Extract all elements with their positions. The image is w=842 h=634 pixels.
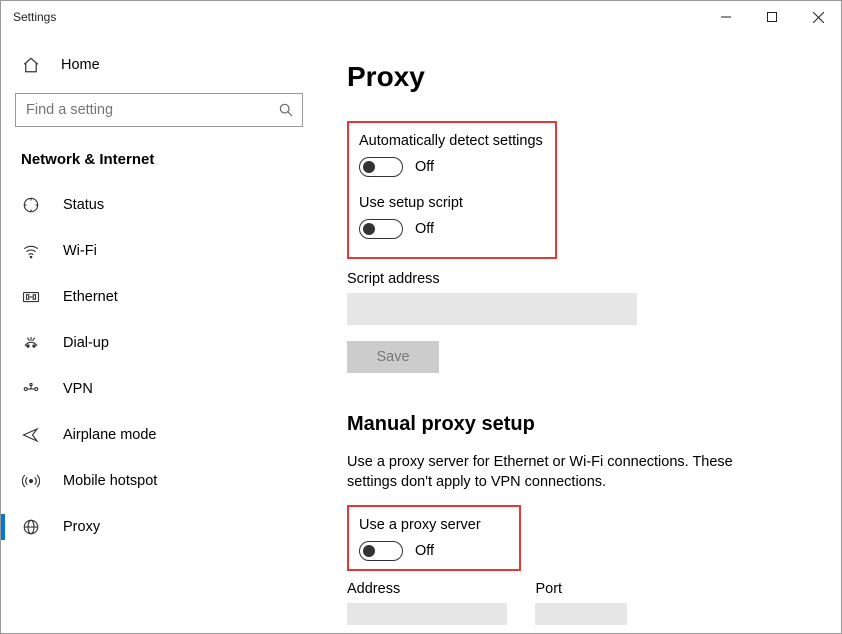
sidebar: Home Network & Internet Status Wi-Fi — [1, 33, 317, 633]
sidebar-item-label: Dial-up — [63, 335, 109, 351]
minimize-button[interactable] — [703, 1, 749, 33]
hotspot-icon — [21, 472, 41, 490]
manual-heading: Manual proxy setup — [347, 413, 805, 436]
sidebar-item-proxy[interactable]: Proxy — [1, 504, 317, 550]
page-title: Proxy — [347, 61, 805, 93]
address-input[interactable] — [347, 603, 507, 625]
airplane-icon — [21, 426, 41, 444]
close-button[interactable] — [795, 1, 841, 33]
save-button[interactable]: Save — [347, 341, 439, 373]
vpn-icon — [21, 380, 41, 398]
setup-script-state: Off — [415, 221, 434, 237]
sidebar-item-airplane[interactable]: Airplane mode — [1, 412, 317, 458]
sidebar-item-dialup[interactable]: Dial-up — [1, 320, 317, 366]
globe-icon — [21, 518, 41, 536]
sidebar-item-ethernet[interactable]: Ethernet — [1, 274, 317, 320]
sidebar-item-status[interactable]: Status — [1, 182, 317, 228]
script-address-label: Script address — [347, 271, 805, 287]
status-icon — [21, 196, 41, 214]
sidebar-item-wifi[interactable]: Wi-Fi — [1, 228, 317, 274]
home-link[interactable]: Home — [1, 47, 317, 83]
category-header: Network & Internet — [21, 151, 317, 168]
home-icon — [21, 56, 41, 74]
sidebar-item-label: Status — [63, 197, 104, 213]
auto-detect-toggle[interactable] — [359, 157, 403, 177]
use-proxy-toggle[interactable] — [359, 541, 403, 561]
port-label: Port — [535, 581, 627, 597]
manual-description: Use a proxy server for Ethernet or Wi-Fi… — [347, 452, 777, 493]
wifi-icon — [21, 242, 41, 260]
search-box[interactable] — [15, 93, 303, 127]
address-label: Address — [347, 581, 507, 597]
window-title: Settings — [13, 10, 56, 24]
highlight-box-proxy: Use a proxy server Off — [347, 505, 521, 571]
auto-detect-state: Off — [415, 159, 434, 175]
ethernet-icon — [21, 288, 41, 306]
setup-script-toggle[interactable] — [359, 219, 403, 239]
search-icon — [278, 102, 294, 118]
script-address-input[interactable] — [347, 293, 637, 325]
sidebar-item-label: Proxy — [63, 519, 100, 535]
auto-detect-label: Automatically detect settings — [359, 133, 543, 149]
port-input[interactable] — [535, 603, 627, 625]
setup-script-label: Use setup script — [359, 195, 543, 211]
search-input[interactable] — [26, 102, 278, 118]
sidebar-item-label: Airplane mode — [63, 427, 157, 443]
maximize-button[interactable] — [749, 1, 795, 33]
highlight-box-auto: Automatically detect settings Off Use se… — [347, 121, 557, 259]
main-pane: Proxy Automatically detect settings Off … — [317, 33, 841, 633]
sidebar-item-label: Ethernet — [63, 289, 118, 305]
use-proxy-state: Off — [415, 543, 434, 559]
sidebar-item-hotspot[interactable]: Mobile hotspot — [1, 458, 317, 504]
dialup-icon — [21, 334, 41, 352]
sidebar-item-label: Mobile hotspot — [63, 473, 157, 489]
use-proxy-label: Use a proxy server — [359, 517, 507, 533]
sidebar-item-label: Wi-Fi — [63, 243, 97, 259]
sidebar-item-vpn[interactable]: VPN — [1, 366, 317, 412]
sidebar-item-label: VPN — [63, 381, 93, 397]
home-label: Home — [61, 57, 100, 73]
